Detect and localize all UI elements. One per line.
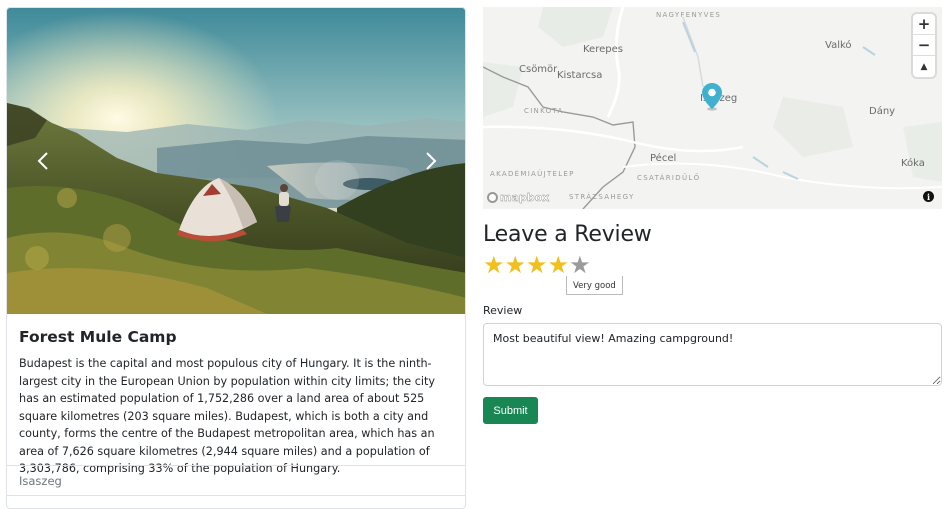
zoom-in-button[interactable]: + [913, 14, 935, 35]
review-heading: Leave a Review [483, 222, 652, 247]
image-carousel [7, 8, 465, 314]
star-rating[interactable]: ★ ★ ★ ★ ★ [483, 253, 942, 277]
campground-description: Budapest is the capital and most populou… [19, 357, 435, 475]
map-label-koka: Kóka [901, 158, 925, 169]
chevron-right-icon [426, 152, 437, 170]
campground-photo [7, 8, 465, 314]
map-label-strazsahegy: STRÁZSAHEGY [569, 193, 635, 201]
review-form: Leave a Review ★ ★ ★ ★ ★ Very good Revie… [483, 222, 942, 424]
map-label-kerepes: Kerepes [583, 44, 623, 55]
map-label-nagyfenyves: NAGYFENYVES [656, 11, 722, 19]
review-label: Review [483, 304, 523, 317]
star-1-icon[interactable]: ★ [483, 253, 505, 277]
rating-tooltip: Very good [566, 276, 623, 295]
map[interactable]: NAGYFENYVES Kerepes Valkó Csömör Kistarc… [483, 7, 942, 209]
map-pin-icon [702, 83, 722, 111]
star-4-icon[interactable]: ★ [548, 253, 570, 277]
map-label-kistarcsa: Kistarcsa [557, 70, 603, 81]
attribution-info-button[interactable]: i [923, 191, 934, 202]
map-label-csatarudulo: CSATÁRIDŰLŐ [637, 174, 701, 182]
carousel-next-button[interactable] [417, 146, 445, 176]
card-body: Forest Mule Camp Budapest is the capital… [7, 314, 465, 488]
mapbox-logo-icon [487, 192, 498, 203]
campground-location: Isaszeg [7, 466, 465, 496]
review-textarea[interactable]: Most beautiful view! Amazing campground! [483, 323, 942, 386]
map-label-cinkota: CINKOTA [524, 107, 564, 115]
mapbox-logo[interactable]: mapbox [487, 191, 549, 204]
reset-bearing-button[interactable]: ▲ [913, 56, 935, 77]
map-label-valko: Valkó [825, 40, 852, 51]
compass-icon: ▲ [920, 61, 928, 72]
map-label-akademiaujtelep: AKADÉMIAÚJTELEP [490, 170, 575, 178]
star-2-icon[interactable]: ★ [505, 253, 527, 277]
carousel-prev-button[interactable] [29, 146, 57, 176]
submit-button[interactable]: Submit [483, 397, 538, 424]
star-3-icon[interactable]: ★ [526, 253, 548, 277]
mapbox-logo-text: mapbox [500, 191, 550, 204]
map-label-pecel: Pécel [650, 153, 677, 164]
campground-title: Forest Mule Camp [19, 328, 177, 346]
map-label-dany: Dány [869, 106, 896, 117]
campground-details-list: Isaszeg [7, 465, 465, 496]
chevron-left-icon [37, 152, 48, 170]
star-5-icon[interactable]: ★ [569, 253, 591, 277]
zoom-out-button[interactable]: − [913, 35, 935, 56]
map-navigation-control: + − ▲ [913, 14, 935, 77]
location-pin-marker[interactable] [702, 83, 722, 115]
map-label-csomor: Csömör [519, 64, 558, 75]
campground-card: Forest Mule Camp Budapest is the capital… [6, 7, 466, 509]
